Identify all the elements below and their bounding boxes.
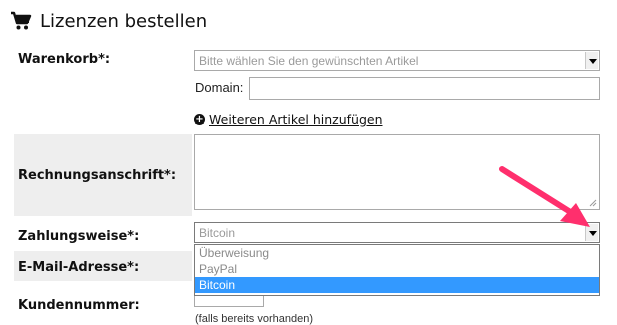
- domain-label: Domain:: [195, 80, 244, 95]
- page-header: Lizenzen bestellen: [10, 8, 207, 34]
- payment-options-list[interactable]: Überweisung PayPal Bitcoin: [194, 244, 600, 296]
- payment-label: Zahlungsweise*:: [18, 229, 140, 244]
- email-label: E-Mail-Adresse*:: [18, 260, 140, 275]
- payment-select-value: Bitcoin: [199, 226, 236, 240]
- add-item-link[interactable]: + Weiteren Artikel hinzufügen: [194, 112, 383, 127]
- customer-number-label: Kundennummer:: [18, 298, 140, 313]
- annotation-arrow-icon: [499, 166, 590, 227]
- customer-number-note: (falls bereits vorhanden): [195, 313, 314, 325]
- cart-icon: [11, 11, 32, 30]
- cart-select-value: Bitte wählen Sie den gewünschten Artikel: [199, 54, 419, 68]
- plus-circle-icon: +: [194, 114, 205, 125]
- billing-label: Rechnungsanschrift*:: [18, 168, 177, 183]
- option-bitcoin[interactable]: Bitcoin: [195, 277, 599, 293]
- add-item-link-label: Weiteren Artikel hinzufügen: [209, 112, 383, 127]
- cart-label: Warenkorb*:: [18, 52, 111, 67]
- domain-input[interactable]: [249, 77, 600, 100]
- cart-select[interactable]: Bitte wählen Sie den gewünschten Artikel: [194, 50, 600, 71]
- option-paypal[interactable]: PayPal: [195, 261, 599, 277]
- chevron-down-icon[interactable]: [585, 52, 598, 69]
- option-uberweisung[interactable]: Überweisung: [195, 245, 599, 261]
- page-title: Lizenzen bestellen: [40, 10, 208, 32]
